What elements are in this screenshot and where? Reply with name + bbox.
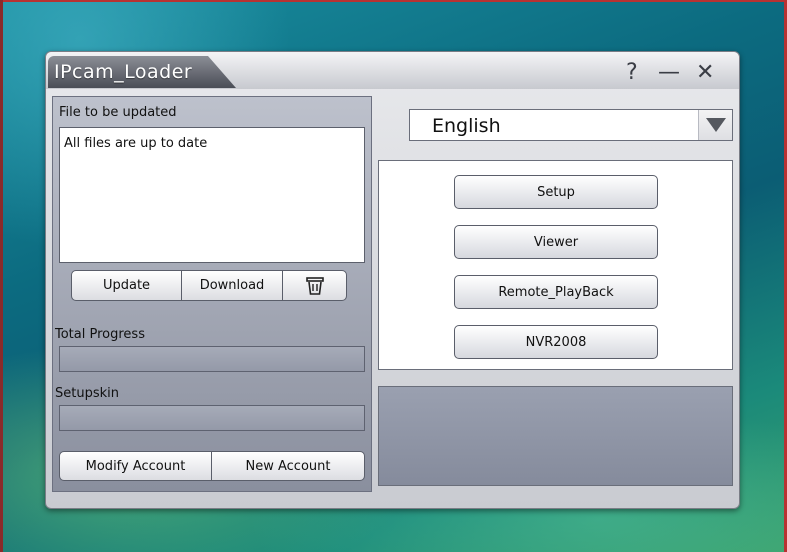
language-dropdown-button[interactable] — [698, 110, 732, 140]
chevron-down-icon — [705, 118, 726, 132]
update-panel: File to be updated All files are up to d… — [52, 96, 372, 492]
close-button[interactable]: ✕ — [696, 60, 714, 85]
files-label: File to be updated — [59, 105, 177, 120]
update-button[interactable]: Update — [72, 271, 182, 300]
delete-button[interactable] — [283, 271, 346, 300]
setup-button[interactable]: Setup — [454, 175, 658, 209]
trash-icon — [305, 276, 324, 295]
ipcam-loader-window: IPcam_Loader ? — ✕ File to be updated Al… — [45, 51, 740, 509]
launch-panel: Setup Viewer Remote_PlayBack NVR2008 — [378, 160, 733, 370]
setupskin-label: Setupskin — [55, 386, 119, 401]
new-account-button[interactable]: New Account — [212, 452, 364, 480]
remote-playback-button-label: Remote_PlayBack — [498, 284, 614, 300]
remote-playback-button[interactable]: Remote_PlayBack — [454, 275, 658, 309]
title-bar[interactable]: IPcam_Loader ? — ✕ — [46, 52, 739, 89]
new-account-label: New Account — [245, 458, 331, 474]
download-button-label: Download — [199, 278, 265, 293]
download-button[interactable]: Download — [182, 271, 283, 300]
setupskin-progress-bar — [59, 405, 365, 431]
viewer-button-label: Viewer — [533, 234, 579, 250]
account-button-group: Modify Account New Account — [59, 451, 365, 481]
window-title: IPcam_Loader — [54, 61, 193, 83]
files-list[interactable]: All files are up to date — [59, 127, 365, 263]
total-progress-bar — [59, 346, 365, 372]
total-progress-label: Total Progress — [55, 327, 145, 342]
modify-account-label: Modify Account — [85, 458, 186, 474]
frame-edge-top — [0, 0, 787, 2]
language-select[interactable]: English — [409, 109, 733, 141]
minimize-button[interactable]: — — [658, 60, 680, 85]
info-panel — [378, 386, 733, 486]
frame-edge-left — [0, 0, 3, 552]
nvr2008-button[interactable]: NVR2008 — [454, 325, 658, 359]
nvr2008-button-label: NVR2008 — [525, 334, 587, 350]
viewer-button[interactable]: Viewer — [454, 225, 658, 259]
help-button[interactable]: ? — [626, 60, 638, 85]
setup-button-label: Setup — [537, 184, 575, 200]
update-button-group: Update Download — [71, 270, 347, 301]
language-value: English — [432, 115, 501, 137]
files-status-text: All files are up to date — [64, 136, 208, 151]
update-button-label: Update — [102, 278, 151, 293]
modify-account-button[interactable]: Modify Account — [60, 452, 212, 480]
